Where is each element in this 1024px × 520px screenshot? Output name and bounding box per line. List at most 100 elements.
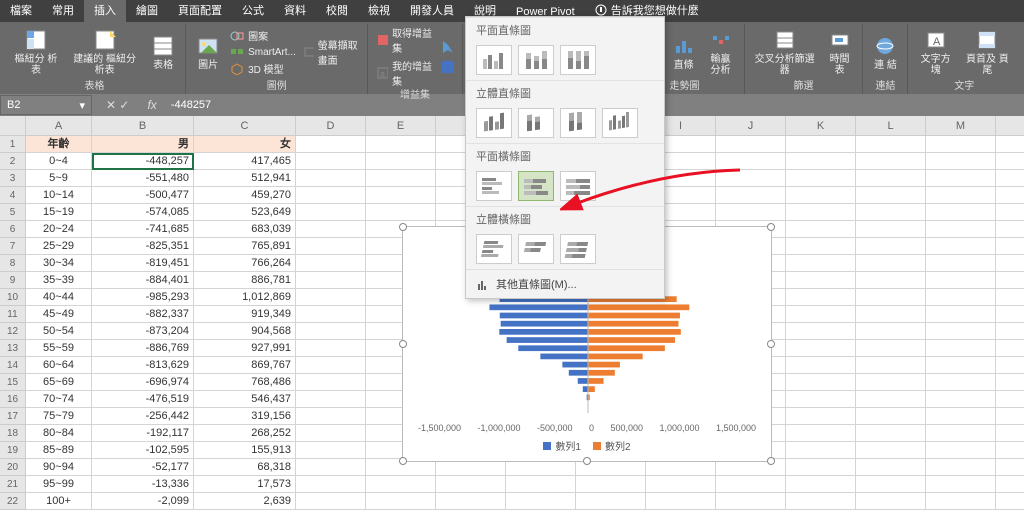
cell-K8[interactable] [786, 255, 856, 272]
3d-model-button[interactable]: 3D 模型 [228, 60, 298, 77]
cell-E4[interactable] [366, 187, 436, 204]
cell-C9[interactable]: 886,781 [194, 272, 296, 289]
cell-B6[interactable]: -741,685 [92, 221, 194, 238]
cell-B13[interactable]: -886,769 [92, 340, 194, 357]
cell-L6[interactable] [856, 221, 926, 238]
cell-D7[interactable] [296, 238, 366, 255]
row-header[interactable]: 22 [0, 493, 26, 510]
cell-A7[interactable]: 25~29 [26, 238, 92, 255]
cell-A15[interactable]: 65~69 [26, 374, 92, 391]
cell-M8[interactable] [926, 255, 996, 272]
cell-N4[interactable] [996, 187, 1024, 204]
tab-繪圖[interactable]: 繪圖 [126, 0, 168, 22]
pivot-table-button[interactable]: 樞紐分 析表 [10, 26, 62, 78]
cell-J5[interactable] [716, 204, 786, 221]
cell-M22[interactable] [926, 493, 996, 510]
cell-A18[interactable]: 80~84 [26, 425, 92, 442]
cell-B5[interactable]: -574,085 [92, 204, 194, 221]
cell-E5[interactable] [366, 204, 436, 221]
cell-K2[interactable] [786, 153, 856, 170]
cell-A8[interactable]: 30~34 [26, 255, 92, 272]
row-header[interactable]: 5 [0, 204, 26, 221]
col-header-A[interactable]: A [26, 116, 92, 136]
cell-K14[interactable] [786, 357, 856, 374]
cell-D16[interactable] [296, 391, 366, 408]
cell-B18[interactable]: -192,117 [92, 425, 194, 442]
cell-M10[interactable] [926, 289, 996, 306]
cell-N12[interactable] [996, 323, 1024, 340]
cell-N1[interactable] [996, 136, 1024, 153]
cell-B11[interactable]: -882,337 [92, 306, 194, 323]
cell-A5[interactable]: 15~19 [26, 204, 92, 221]
cell-M5[interactable] [926, 204, 996, 221]
cell-L16[interactable] [856, 391, 926, 408]
bing-icon[interactable] [440, 39, 456, 55]
cell-I21[interactable] [646, 476, 716, 493]
row-header[interactable]: 17 [0, 408, 26, 425]
cell-M17[interactable] [926, 408, 996, 425]
cell-M19[interactable] [926, 442, 996, 459]
cell-D2[interactable] [296, 153, 366, 170]
col-header-M[interactable]: M [926, 116, 996, 136]
tab-頁面配置[interactable]: 頁面配置 [168, 0, 232, 22]
cell-N19[interactable] [996, 442, 1024, 459]
cell-K22[interactable] [786, 493, 856, 510]
cell-J22[interactable] [716, 493, 786, 510]
cell-A10[interactable]: 40~44 [26, 289, 92, 306]
cell-E3[interactable] [366, 170, 436, 187]
cell-A6[interactable]: 20~24 [26, 221, 92, 238]
cell-H22[interactable] [576, 493, 646, 510]
cell-M21[interactable] [926, 476, 996, 493]
cell-K1[interactable] [786, 136, 856, 153]
cell-M4[interactable] [926, 187, 996, 204]
resize-handle[interactable] [399, 457, 407, 465]
fx-icon[interactable]: ✕ ✓ [92, 98, 137, 112]
cell-K4[interactable] [786, 187, 856, 204]
cell-A14[interactable]: 60~64 [26, 357, 92, 374]
cell-M6[interactable] [926, 221, 996, 238]
cell-F21[interactable] [436, 476, 506, 493]
column-3d[interactable] [602, 108, 638, 138]
col-header-E[interactable]: E [366, 116, 436, 136]
cell-N15[interactable] [996, 374, 1024, 391]
shapes-button[interactable]: 圖案 [228, 27, 298, 44]
cell-N8[interactable] [996, 255, 1024, 272]
cell-D18[interactable] [296, 425, 366, 442]
tab-插入[interactable]: 插入 [84, 0, 126, 22]
tab-常用[interactable]: 常用 [42, 0, 84, 22]
row-header[interactable]: 3 [0, 170, 26, 187]
row-header[interactable]: 6 [0, 221, 26, 238]
cell-L17[interactable] [856, 408, 926, 425]
cell-K5[interactable] [786, 204, 856, 221]
tab-校閱[interactable]: 校閱 [316, 0, 358, 22]
cell-E21[interactable] [366, 476, 436, 493]
cell-E22[interactable] [366, 493, 436, 510]
tab-檔案[interactable]: 檔案 [0, 0, 42, 22]
more-column-charts[interactable]: 其他直條圖(M)... [466, 269, 664, 298]
cell-L18[interactable] [856, 425, 926, 442]
row-header[interactable]: 10 [0, 289, 26, 306]
cell-J1[interactable] [716, 136, 786, 153]
get-addins-button[interactable]: 取得增益集 [374, 24, 435, 56]
cell-B2[interactable]: -448,257 [92, 153, 194, 170]
cell-M15[interactable] [926, 374, 996, 391]
col-header-B[interactable]: B [92, 116, 194, 136]
cell-K13[interactable] [786, 340, 856, 357]
resize-handle[interactable] [583, 457, 591, 465]
cell-N17[interactable] [996, 408, 1024, 425]
row-header[interactable]: 21 [0, 476, 26, 493]
cell-E2[interactable] [366, 153, 436, 170]
cell-M11[interactable] [926, 306, 996, 323]
row-header[interactable]: 19 [0, 442, 26, 459]
cell-J4[interactable] [716, 187, 786, 204]
cell-A13[interactable]: 55~59 [26, 340, 92, 357]
select-all-corner[interactable] [0, 116, 26, 136]
cell-A16[interactable]: 70~74 [26, 391, 92, 408]
cell-D14[interactable] [296, 357, 366, 374]
cell-C2[interactable]: 417,465 [194, 153, 296, 170]
cell-D10[interactable] [296, 289, 366, 306]
cell-C8[interactable]: 766,264 [194, 255, 296, 272]
cell-L20[interactable] [856, 459, 926, 476]
cell-D5[interactable] [296, 204, 366, 221]
row-header[interactable]: 20 [0, 459, 26, 476]
